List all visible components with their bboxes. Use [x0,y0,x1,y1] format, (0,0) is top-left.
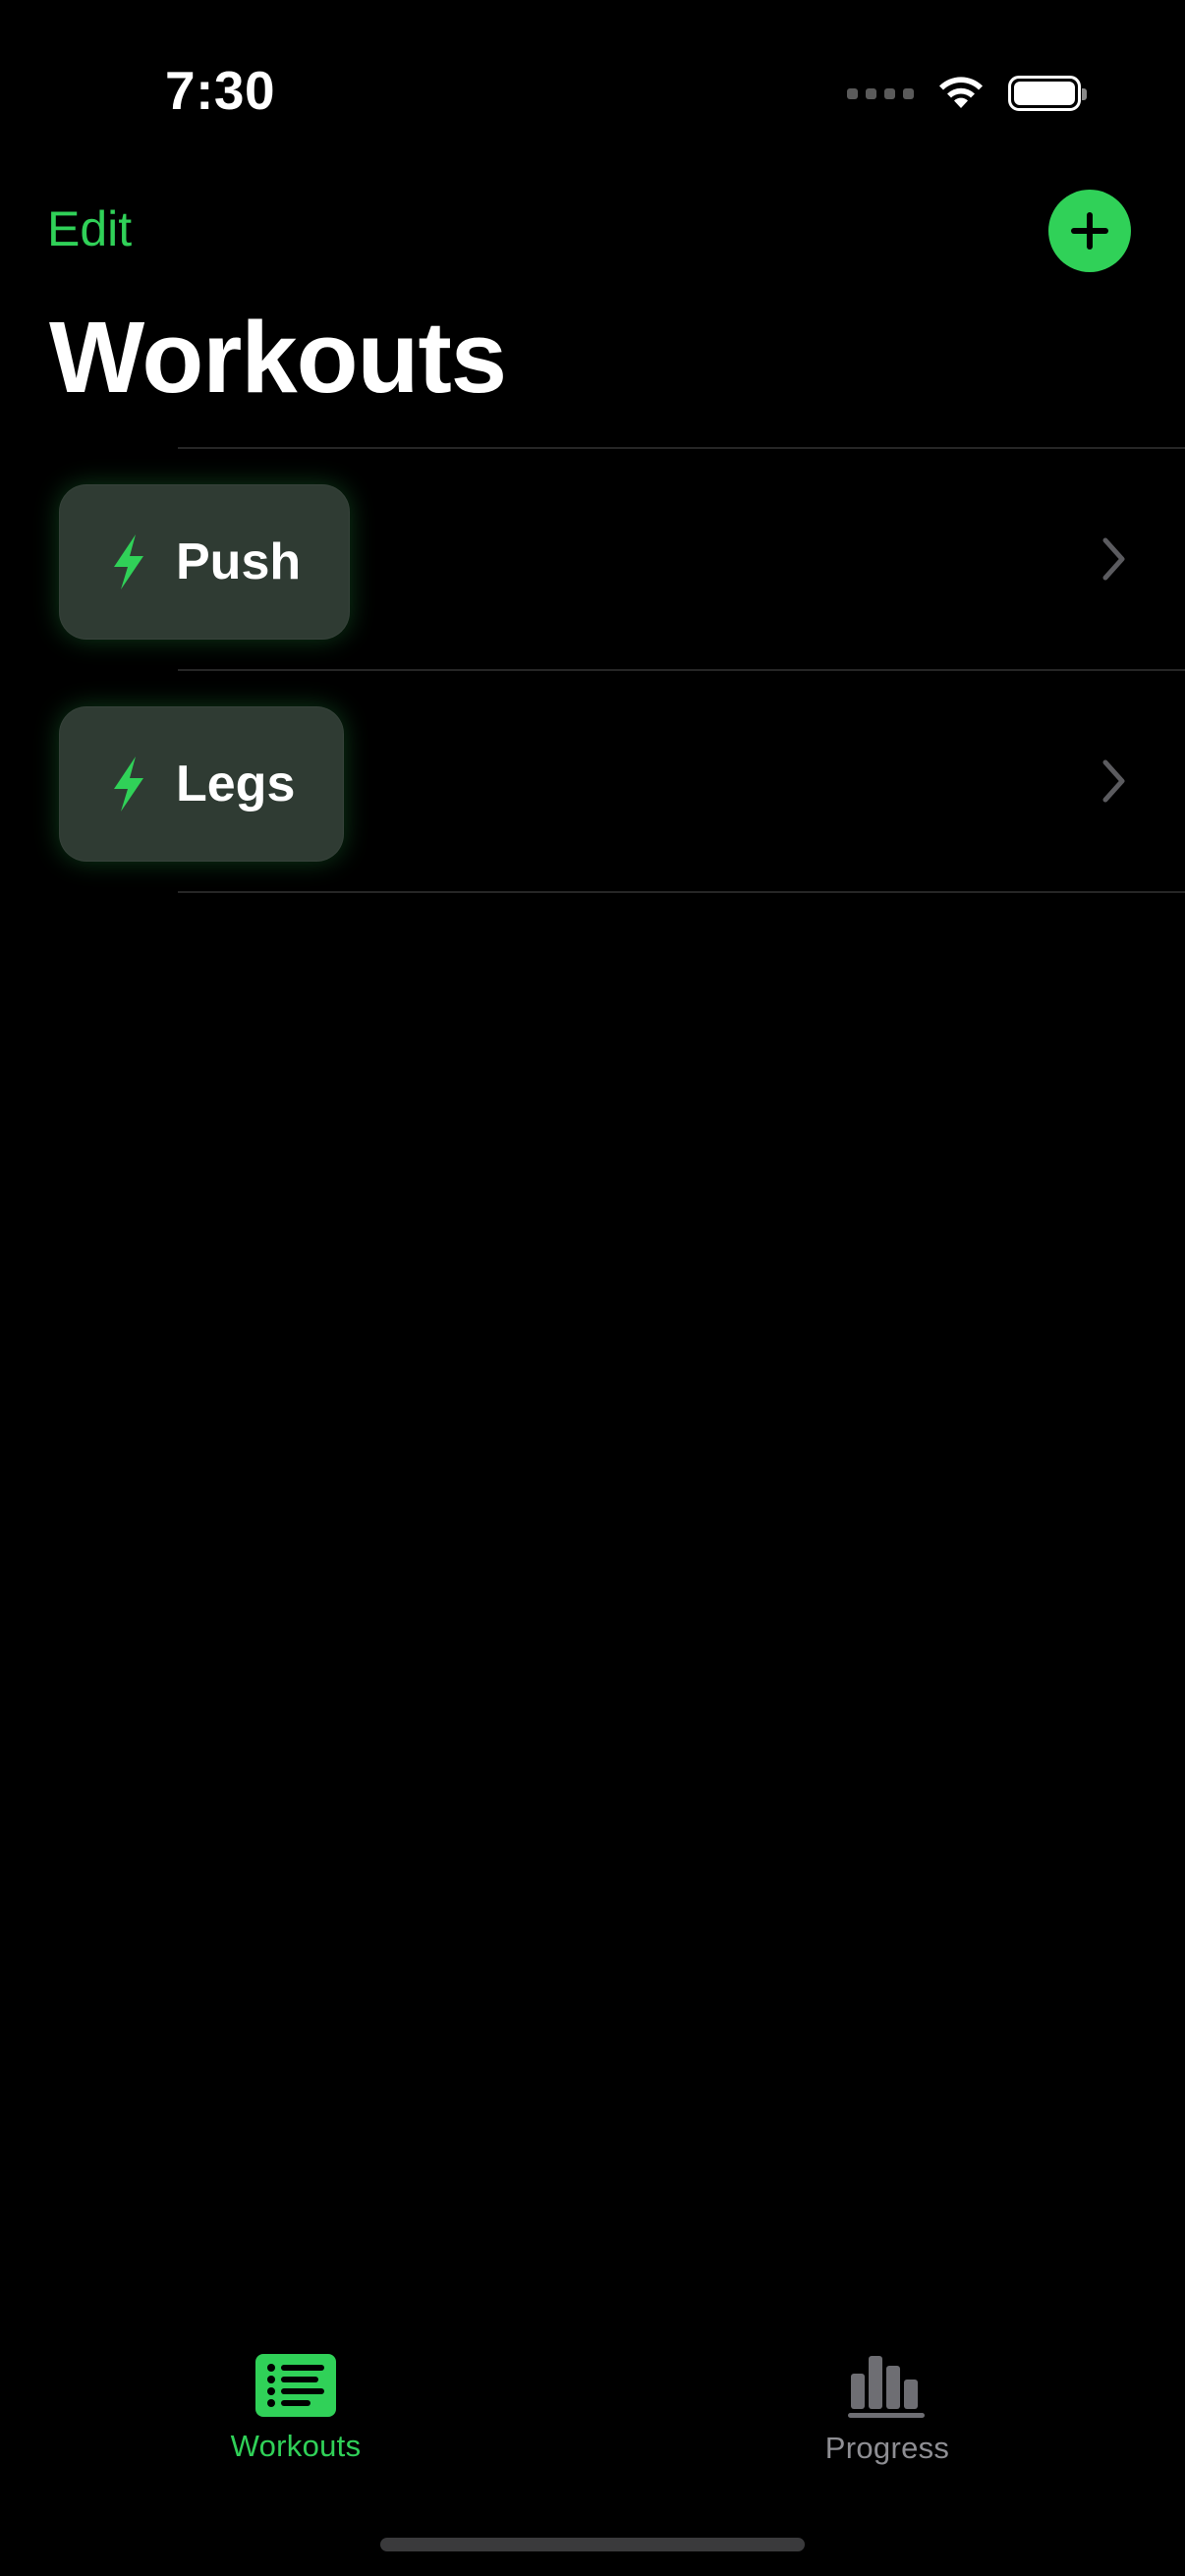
home-indicator[interactable] [380,2538,805,2551]
chevron-right-icon [1102,537,1125,581]
wifi-icon [939,77,983,108]
list-icon [255,2354,336,2417]
tab-label: Workouts [230,2429,362,2463]
battery-icon [1008,76,1087,111]
cellular-signal-icon [847,87,914,99]
bar-chart-icon [848,2356,925,2418]
chevron-right-icon [1102,759,1125,803]
workout-row-push[interactable]: Push [0,449,1185,669]
tab-progress[interactable]: Progress [740,2354,1035,2466]
workout-list: Push Legs [0,447,1185,893]
add-workout-button[interactable] [1048,190,1131,272]
plus-icon [1071,212,1108,250]
status-bar: 7:30 [0,0,1185,187]
workout-chip: Push [59,484,351,640]
workout-row-legs[interactable]: Legs [0,671,1185,891]
status-icons [847,71,1087,116]
workout-name: Legs [176,756,296,812]
bolt-icon [114,534,143,589]
divider [178,891,1185,893]
tab-label: Progress [824,2431,950,2465]
page-title: Workouts [49,301,507,414]
edit-button[interactable]: Edit [47,200,132,257]
tab-workouts[interactable]: Workouts [148,2354,443,2464]
workout-name: Push [176,533,302,590]
bolt-icon [114,756,143,812]
workout-chip: Legs [59,706,345,862]
status-time: 7:30 [165,60,276,121]
